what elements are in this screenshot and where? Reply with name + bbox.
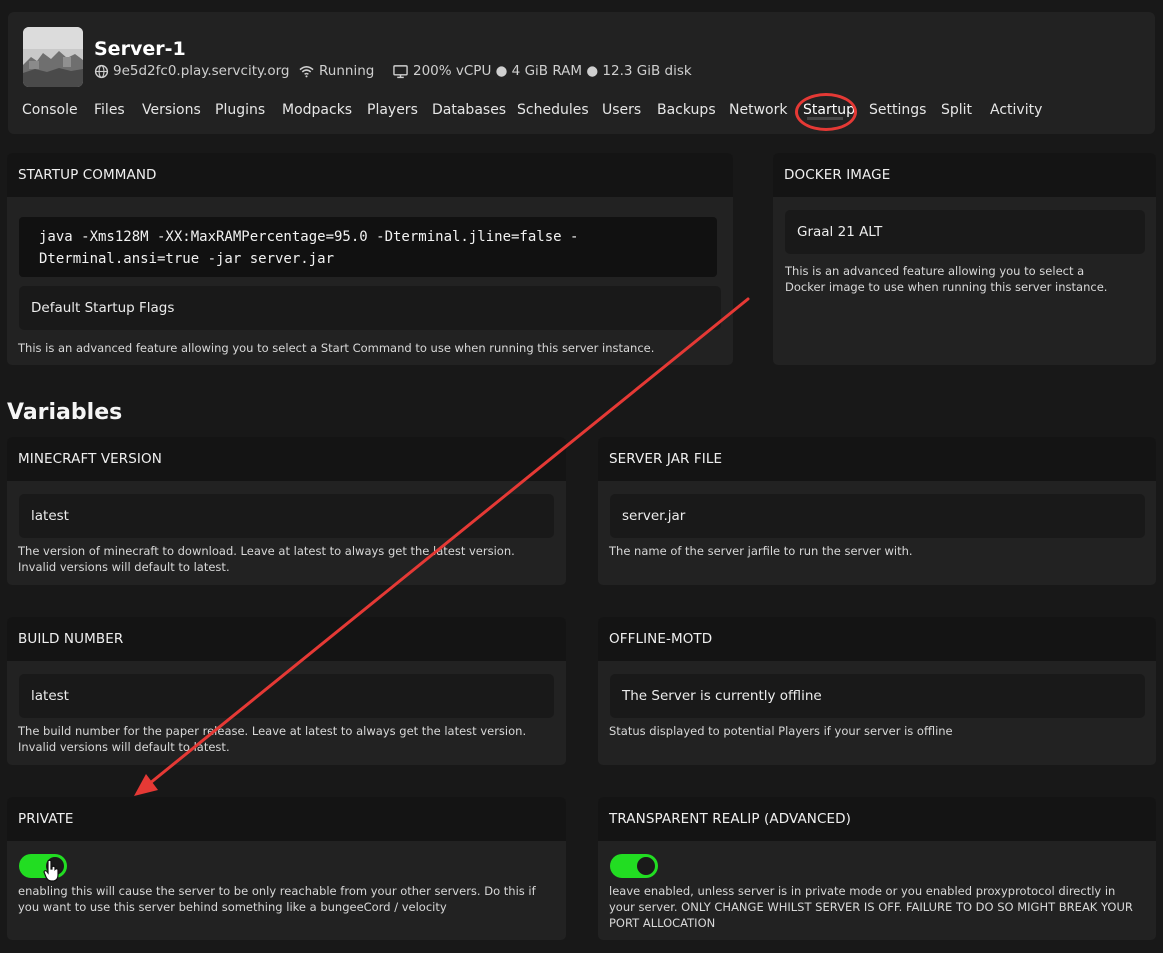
offline-motd-description: Status displayed to potential Players if…: [609, 724, 953, 738]
variables-heading: Variables: [7, 400, 123, 425]
server-status: Running: [298, 63, 374, 79]
startup-command-line-2: Dterminal.ansi=true -jar server.jar: [39, 251, 335, 267]
tab-activity[interactable]: Activity: [990, 102, 1042, 118]
server-address-text: 9e5d2fc0.play.servcity.org: [113, 63, 290, 79]
monitor-icon: [393, 64, 408, 78]
private-description: enabling this will cause the server to b…: [18, 884, 536, 914]
startup-command-description: This is an advanced feature allowing you…: [18, 341, 655, 355]
private-card: PRIVATE enabling this will cause the ser…: [7, 797, 566, 940]
tab-settings[interactable]: Settings: [869, 102, 926, 118]
tab-users[interactable]: Users: [602, 102, 641, 118]
wifi-icon: [299, 65, 314, 77]
minecraft-version-description: The version of minecraft to download. Le…: [18, 544, 515, 574]
minecraft-version-title: MINECRAFT VERSION: [7, 437, 566, 481]
tab-schedules[interactable]: Schedules: [517, 102, 589, 118]
docker-image-card: DOCKER IMAGE Graal 21 ALT This is an adv…: [773, 153, 1156, 365]
private-title: PRIVATE: [7, 797, 566, 841]
server-jar-input[interactable]: server.jar: [610, 494, 1145, 538]
server-jar-description: The name of the server jarfile to run th…: [609, 544, 913, 558]
minecraft-version-input[interactable]: latest: [19, 494, 554, 538]
build-number-title: BUILD NUMBER: [7, 617, 566, 661]
tab-databases[interactable]: Databases: [432, 102, 506, 118]
server-avatar: [23, 27, 83, 87]
startup-command-title: STARTUP COMMAND: [7, 153, 733, 197]
docker-image-description: This is an advanced feature allowing you…: [785, 264, 1108, 294]
offline-motd-input[interactable]: The Server is currently offline: [610, 674, 1145, 718]
build-number-card: BUILD NUMBER latest The build number for…: [7, 617, 566, 765]
server-name: Server-1: [94, 38, 186, 60]
server-jar-card: SERVER JAR FILE server.jar The name of t…: [598, 437, 1156, 585]
tab-files[interactable]: Files: [94, 102, 125, 118]
transparent-realip-toggle[interactable]: [610, 854, 658, 878]
tab-split[interactable]: Split: [941, 102, 972, 118]
server-resources-text: 200% vCPU ● 4 GiB RAM ● 12.3 GiB disk: [413, 63, 692, 79]
docker-image-select[interactable]: Graal 21 ALT: [785, 210, 1145, 254]
build-number-description: The build number for the paper release. …: [18, 724, 527, 754]
offline-motd-title: OFFLINE-MOTD: [598, 617, 1156, 661]
startup-flags-select[interactable]: Default Startup Flags: [19, 286, 721, 330]
transparent-realip-description: leave enabled, unless server is in priva…: [609, 884, 1133, 930]
transparent-realip-title: TRANSPARENT REALIP (ADVANCED): [598, 797, 1156, 841]
tab-network[interactable]: Network: [729, 102, 787, 118]
docker-image-title: DOCKER IMAGE: [773, 153, 1156, 197]
startup-command-code[interactable]: java -Xms128M -XX:MaxRAMPercentage=95.0 …: [19, 217, 717, 277]
build-number-input[interactable]: latest: [19, 674, 554, 718]
startup-command-card: STARTUP COMMAND java -Xms128M -XX:MaxRAM…: [7, 153, 733, 365]
hand-pointer-icon: [43, 859, 59, 882]
tab-plugins[interactable]: Plugins: [215, 102, 265, 118]
globe-icon: [94, 64, 109, 78]
server-address[interactable]: 9e5d2fc0.play.servcity.org: [94, 63, 290, 79]
tab-console[interactable]: Console: [22, 102, 78, 118]
server-resources: 200% vCPU ● 4 GiB RAM ● 12.3 GiB disk: [392, 63, 692, 79]
tab-versions[interactable]: Versions: [142, 102, 201, 118]
server-status-text: Running: [319, 63, 375, 79]
minecraft-version-card: MINECRAFT VERSION latest The version of …: [7, 437, 566, 585]
server-jar-title: SERVER JAR FILE: [598, 437, 1156, 481]
tab-backups[interactable]: Backups: [657, 102, 716, 118]
tab-players[interactable]: Players: [367, 102, 418, 118]
offline-motd-card: OFFLINE-MOTD The Server is currently off…: [598, 617, 1156, 765]
startup-command-line-1: java -Xms128M -XX:MaxRAMPercentage=95.0 …: [39, 229, 579, 245]
transparent-realip-card: TRANSPARENT REALIP (ADVANCED) leave enab…: [598, 797, 1156, 940]
server-header: Server-1 9e5d2fc0.play.servcity.org Runn…: [8, 12, 1155, 134]
tab-modpacks[interactable]: Modpacks: [282, 102, 352, 118]
annotation-circle: [795, 93, 857, 131]
